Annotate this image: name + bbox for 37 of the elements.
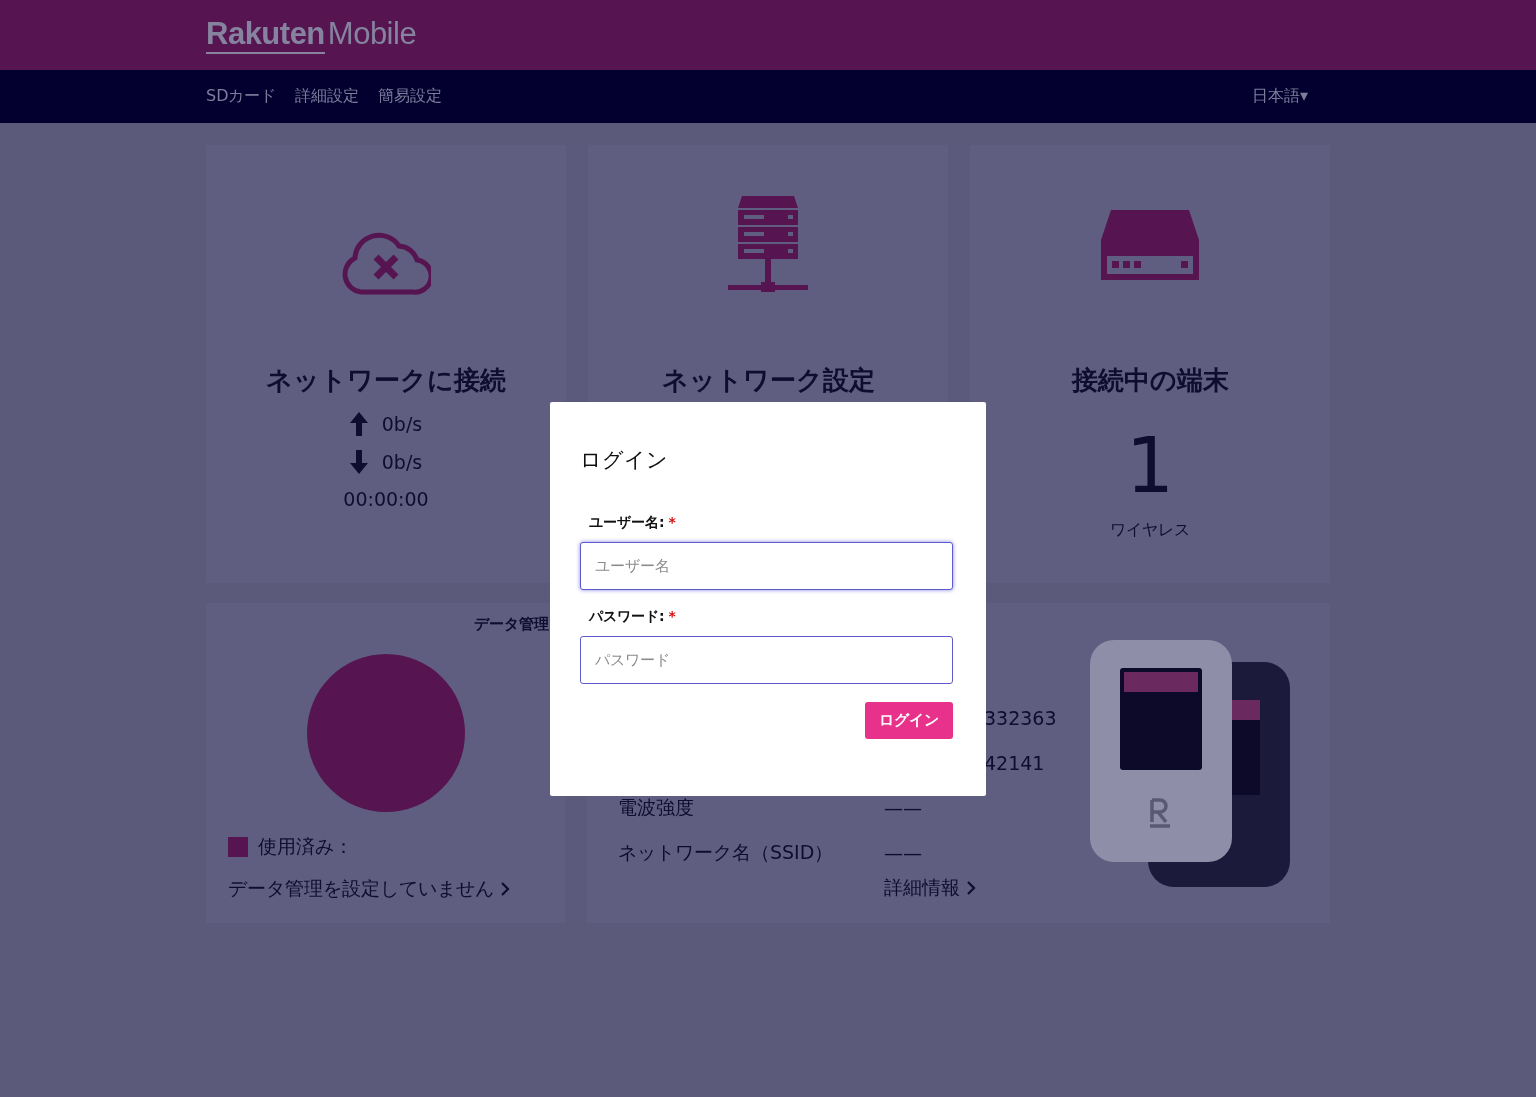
card-title: ネットワーク設定 <box>661 364 875 397</box>
data-settings-link[interactable]: データ管理を設定していません <box>228 876 510 902</box>
arrow-up-icon <box>349 412 368 436</box>
nav-link[interactable]: 詳細設定 <box>295 86 360 107</box>
username-field[interactable]: ユーザー名 <box>580 542 953 590</box>
server-icon <box>728 196 808 294</box>
info-label: 電波強度 <box>618 794 695 820</box>
connection-time: 00:00:00 <box>343 488 429 510</box>
logo: RakutenMobile <box>206 16 417 54</box>
nav-link[interactable]: 簡易設定 <box>378 86 443 107</box>
card-title: ネットワークに接続 <box>266 364 506 397</box>
device-count: 1 <box>1125 428 1175 504</box>
chevron-right-icon <box>500 881 510 897</box>
chevron-right-icon <box>966 880 976 896</box>
details-link[interactable]: 詳細情報 <box>884 875 976 901</box>
field-label: パスワード: <box>589 608 665 626</box>
count-label: ワイヤレス <box>1110 520 1190 541</box>
dialog-title: ログイン <box>580 447 669 474</box>
info-value: 332363 <box>984 706 1057 729</box>
info-value: —— <box>884 841 922 864</box>
legend-label: 使用済み： <box>258 834 353 859</box>
upload-speed: 0b/s <box>381 413 423 435</box>
required-mark: * <box>668 514 676 532</box>
arrow-down-icon <box>349 450 368 474</box>
download-speed: 0b/s <box>381 451 423 473</box>
login-button[interactable]: ログイン <box>865 702 953 739</box>
info-value: 42141 <box>984 751 1045 774</box>
info-value: —— <box>884 796 922 819</box>
info-label: ネットワーク名（SSID） <box>618 839 835 865</box>
card-title: データ管理 <box>473 615 549 634</box>
card-title: 接続中の端末 <box>1071 364 1229 397</box>
password-field[interactable]: パスワード <box>580 636 953 684</box>
field-label: ユーザー名: <box>589 514 665 532</box>
required-mark: * <box>668 608 676 626</box>
nav-link[interactable]: SDカード <box>206 86 277 107</box>
router-icon <box>1101 210 1199 280</box>
language-dropdown[interactable]: 日本語▾ <box>1251 86 1308 107</box>
